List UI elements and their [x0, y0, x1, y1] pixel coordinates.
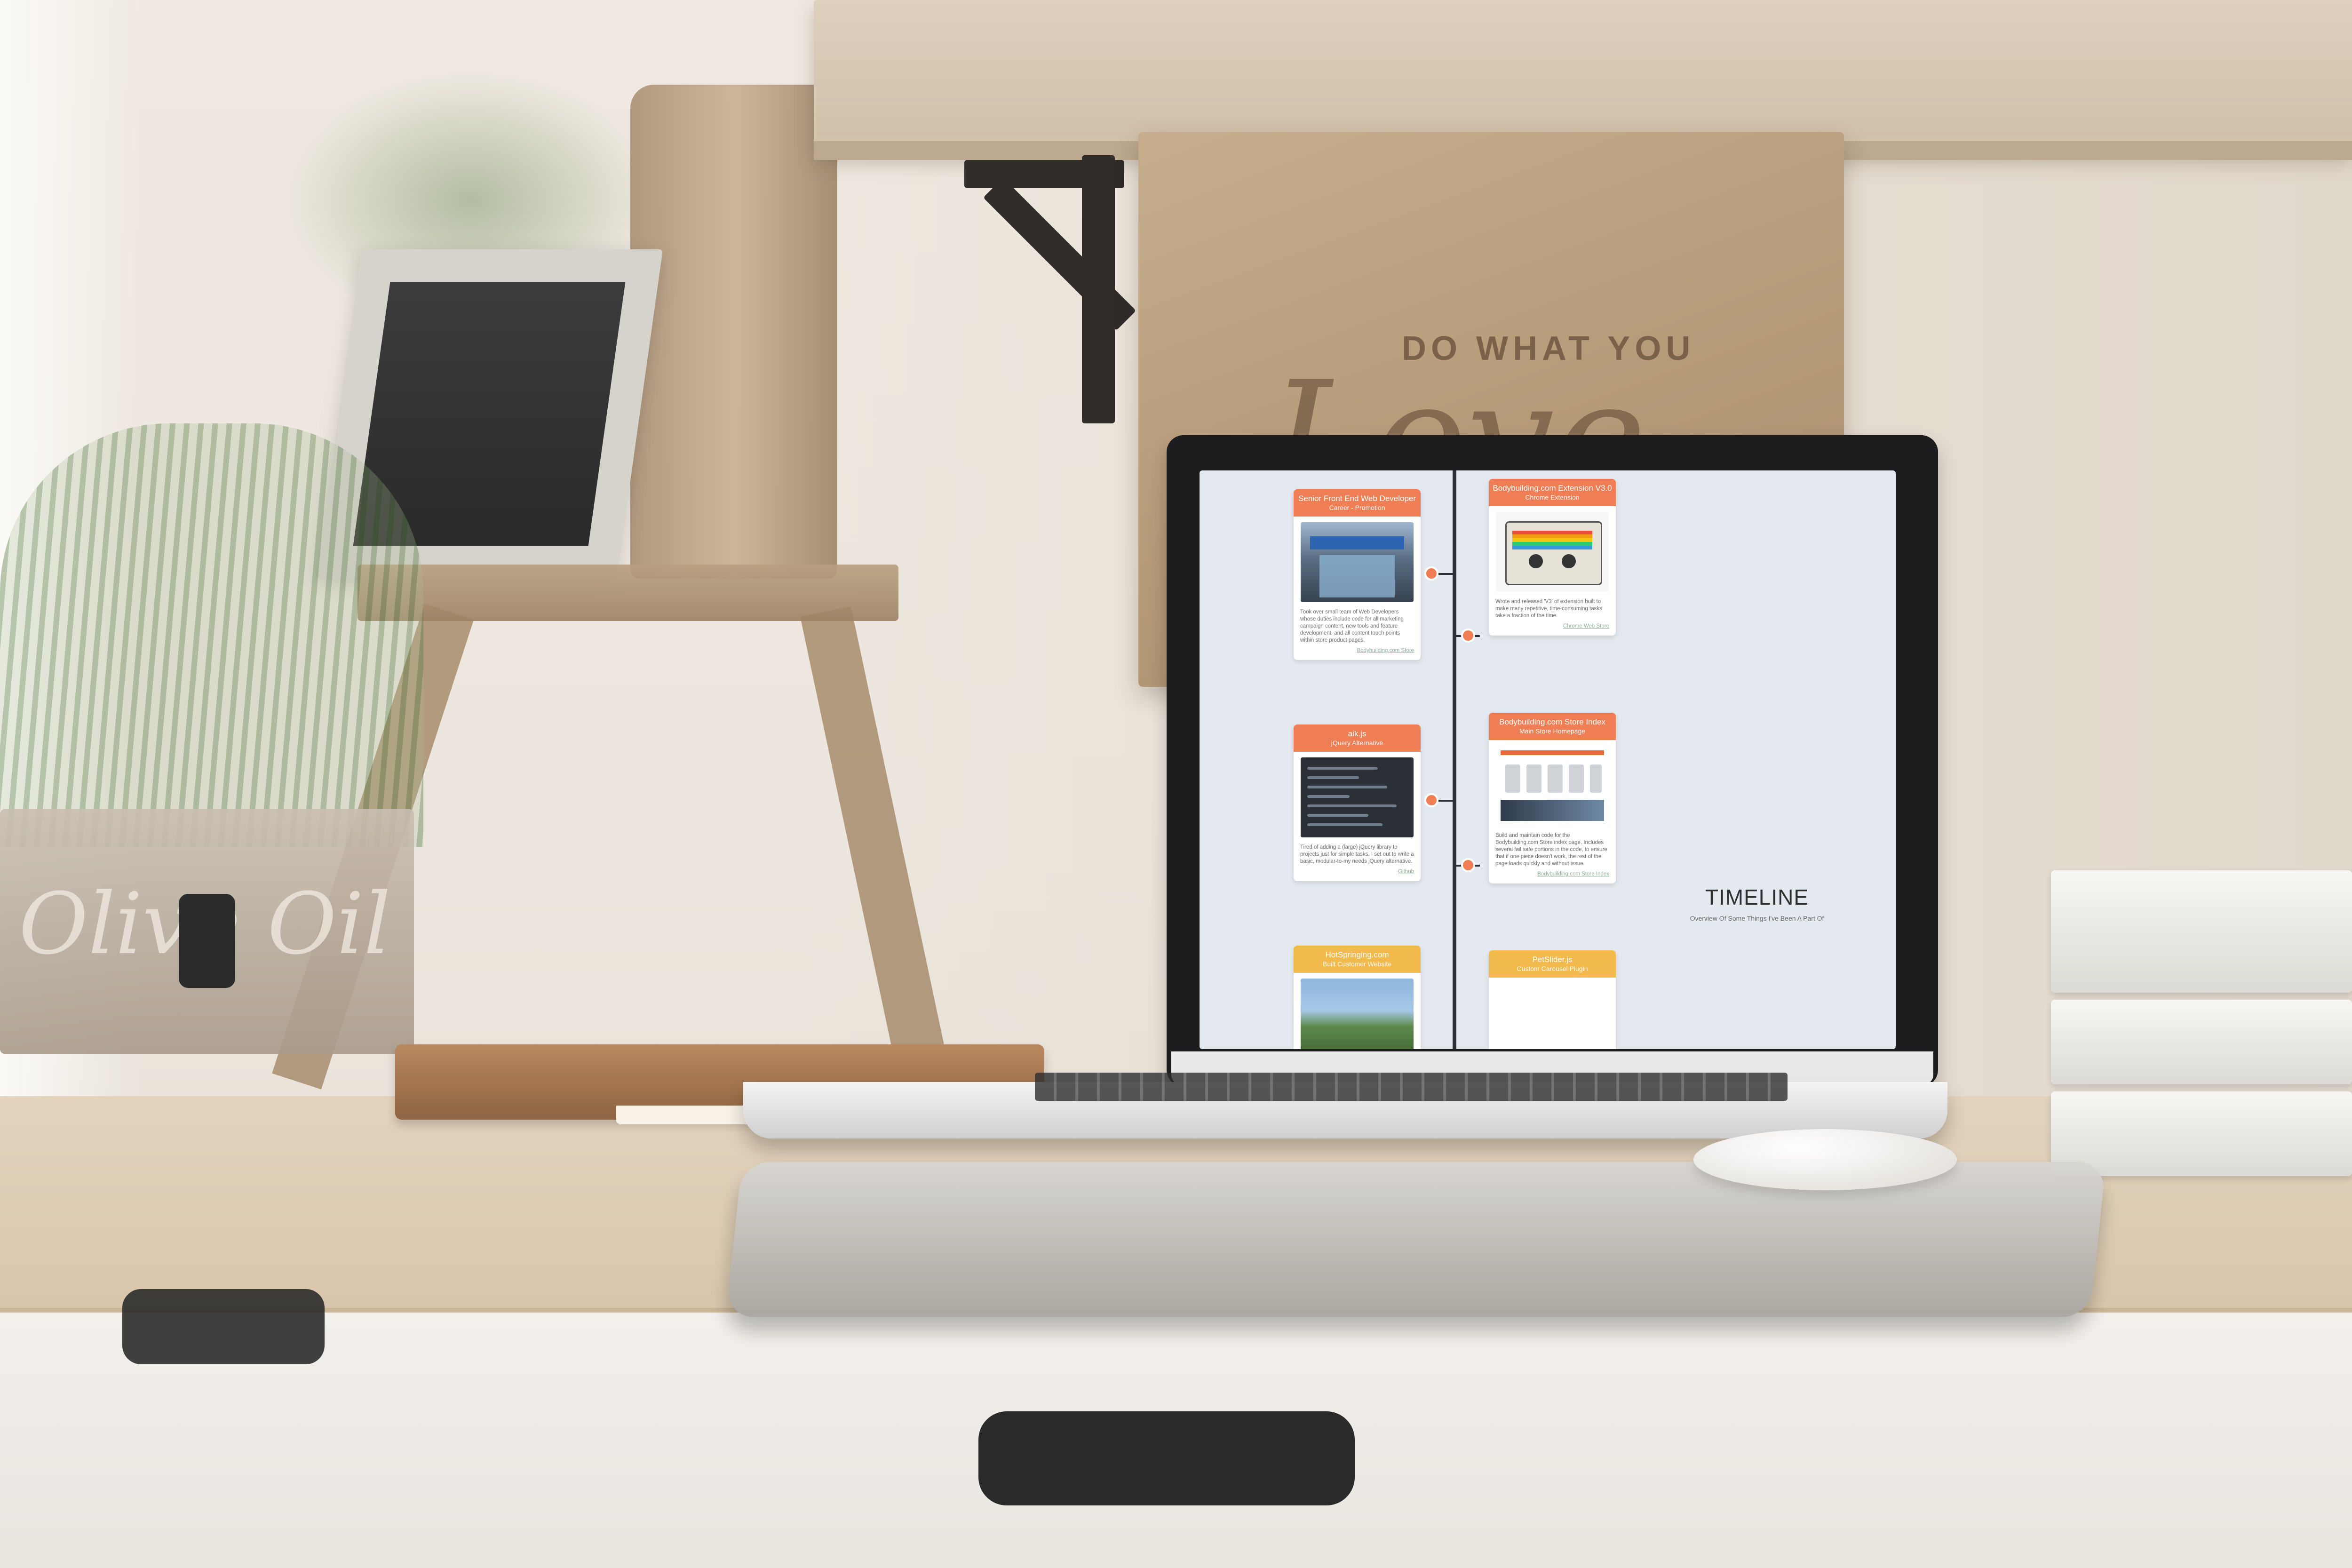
book [2051, 870, 2352, 993]
card-description: Build and maintain code for the Bodybuil… [1495, 833, 1607, 867]
timeline-dot[interactable] [1461, 629, 1475, 643]
card-subtitle: Career - Promotion [1329, 504, 1385, 511]
book [2051, 1000, 2352, 1084]
timeline-card-aikjs[interactable]: aik.js jQuery Alternative Tired of addin… [1294, 724, 1421, 881]
card-link[interactable]: Chrome Web Store [1489, 621, 1616, 636]
timeline-card-hotspringing[interactable]: HotSpringing.com Built Customer Website [1294, 946, 1421, 1049]
card-header: Bodybuilding.com Store Index Main Store … [1489, 713, 1616, 740]
card-subtitle: Chrome Extension [1525, 493, 1580, 501]
store-homepage-image [1496, 746, 1609, 826]
card-link[interactable]: Bodybuilding.com Store Index [1489, 869, 1616, 883]
timeline-card-store-index[interactable]: Bodybuilding.com Store Index Main Store … [1489, 713, 1616, 883]
laptop-screen: Senior Front End Web Developer Career - … [1200, 470, 1896, 1049]
timeline-card-senior-developer[interactable]: Senior Front End Web Developer Career - … [1294, 489, 1421, 660]
card-title: Bodybuilding.com Extension V3.0 [1493, 484, 1612, 493]
store-photo-image [1301, 522, 1414, 602]
page-title: TIMELINE [1705, 885, 1809, 909]
card-description: Tired of adding a (large) jQuery library… [1300, 844, 1414, 864]
wooden-vase [630, 85, 837, 579]
potted-grass [0, 423, 423, 847]
timeline-dot[interactable] [1424, 566, 1438, 581]
page-subtitle: Overview Of Some Things I've Been A Part… [1690, 915, 1824, 922]
drawer-handle [122, 1289, 325, 1364]
card-header: Senior Front End Web Developer Career - … [1294, 489, 1421, 517]
card-header: Bodybuilding.com Extension V3.0 Chrome E… [1489, 479, 1616, 506]
card-subtitle: Main Store Homepage [1519, 727, 1586, 735]
card-title: HotSpringing.com [1325, 950, 1389, 959]
cassette-image [1496, 512, 1609, 592]
website-photo-image [1301, 979, 1414, 1049]
card-title: PetSlider.js [1532, 955, 1573, 964]
card-title: Bodybuilding.com Store Index [1499, 717, 1605, 726]
card-subtitle: Custom Carousel Plugin [1517, 965, 1588, 972]
drawer-handle [978, 1411, 1355, 1505]
code-screenshot-image [1301, 757, 1414, 837]
timeline-card-petslider[interactable]: PetSlider.js Custom Carousel Plugin [1489, 950, 1616, 1049]
laptop-keyboard [1035, 1073, 1788, 1101]
card-header: HotSpringing.com Built Customer Website [1294, 946, 1421, 973]
card-header: aik.js jQuery Alternative [1294, 724, 1421, 752]
side-table [358, 565, 898, 621]
shelf-bracket-arm [964, 160, 1124, 188]
timeline-dot[interactable] [1424, 793, 1438, 807]
card-title: Senior Front End Web Developer [1298, 494, 1416, 503]
wireless-keyboard [725, 1162, 2106, 1317]
timeline-card-extension[interactable]: Bodybuilding.com Extension V3.0 Chrome E… [1489, 479, 1616, 636]
card-subtitle: Built Customer Website [1322, 960, 1391, 968]
card-subtitle: jQuery Alternative [1331, 739, 1383, 747]
crate-handle [179, 894, 235, 988]
wireless-mouse [1693, 1129, 1957, 1190]
book-stack [2051, 870, 2352, 1176]
card-description: Wrote and released 'V3' of extension bui… [1495, 599, 1602, 619]
book [2051, 1091, 2352, 1176]
card-header: PetSlider.js Custom Carousel Plugin [1489, 950, 1616, 978]
card-description: Took over small team of Web Developers w… [1300, 609, 1404, 643]
timeline-dot[interactable] [1461, 858, 1475, 872]
card-link[interactable]: Github [1294, 867, 1421, 881]
timeline-title-block: TIMELINE Overview Of Some Things I've Be… [1679, 884, 1835, 923]
card-link[interactable]: Bodybuilding.com Store [1294, 646, 1421, 660]
card-title: aik.js [1348, 729, 1367, 738]
timeline-axis [1453, 470, 1456, 1049]
carousel-products-image [1496, 983, 1609, 1049]
